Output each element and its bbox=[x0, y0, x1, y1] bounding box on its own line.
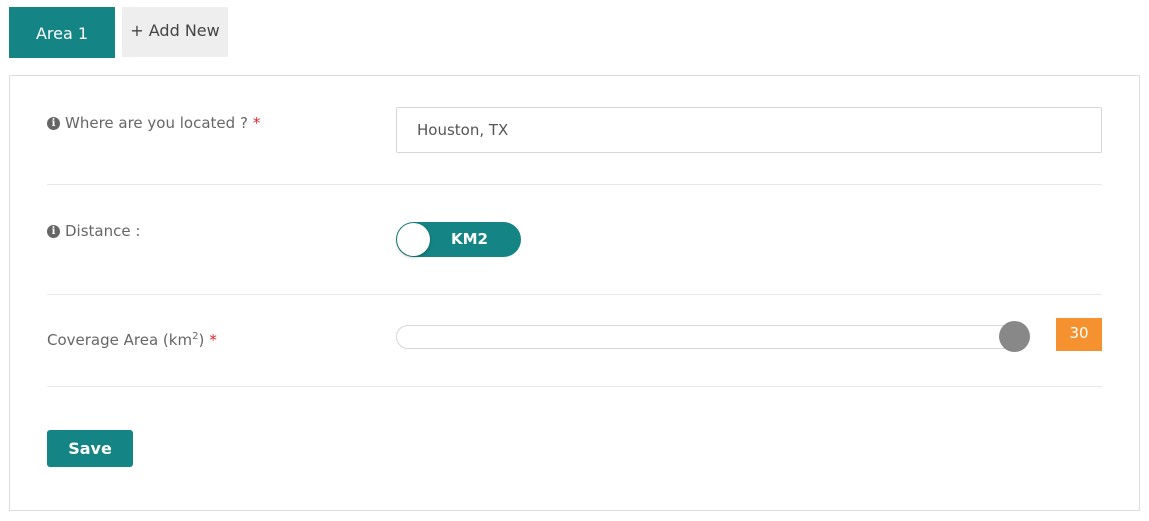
coverage-value-badge: 30 bbox=[1056, 318, 1102, 351]
divider bbox=[47, 294, 1102, 295]
location-label-text: Where are you located ? bbox=[65, 114, 248, 132]
distance-unit-toggle[interactable]: KM2 bbox=[396, 222, 521, 257]
coverage-label-text: Coverage Area (km2) bbox=[47, 331, 205, 349]
required-marker: * bbox=[209, 331, 217, 349]
toggle-label: KM2 bbox=[451, 230, 488, 248]
location-input[interactable] bbox=[396, 107, 1102, 153]
divider bbox=[47, 184, 1102, 185]
info-icon: i bbox=[47, 224, 60, 238]
add-new-tab-button[interactable]: + Add New bbox=[122, 7, 228, 57]
area-tabs: Area 1 + Add New bbox=[9, 7, 228, 58]
coverage-slider-track[interactable] bbox=[396, 325, 1029, 349]
area-form-panel: i Where are you located ? * i Distance :… bbox=[9, 75, 1140, 511]
tab-area-1[interactable]: Area 1 bbox=[9, 7, 115, 58]
location-label: i Where are you located ? * bbox=[47, 114, 260, 132]
coverage-label: Coverage Area (km2) * bbox=[47, 331, 217, 349]
required-marker: * bbox=[252, 114, 261, 132]
distance-label-text: Distance : bbox=[65, 222, 141, 240]
divider bbox=[47, 386, 1102, 387]
info-icon: i bbox=[47, 116, 60, 130]
save-button[interactable]: Save bbox=[47, 430, 133, 467]
distance-label: i Distance : bbox=[47, 222, 140, 240]
toggle-knob bbox=[397, 223, 430, 256]
coverage-slider-thumb[interactable] bbox=[999, 321, 1031, 352]
